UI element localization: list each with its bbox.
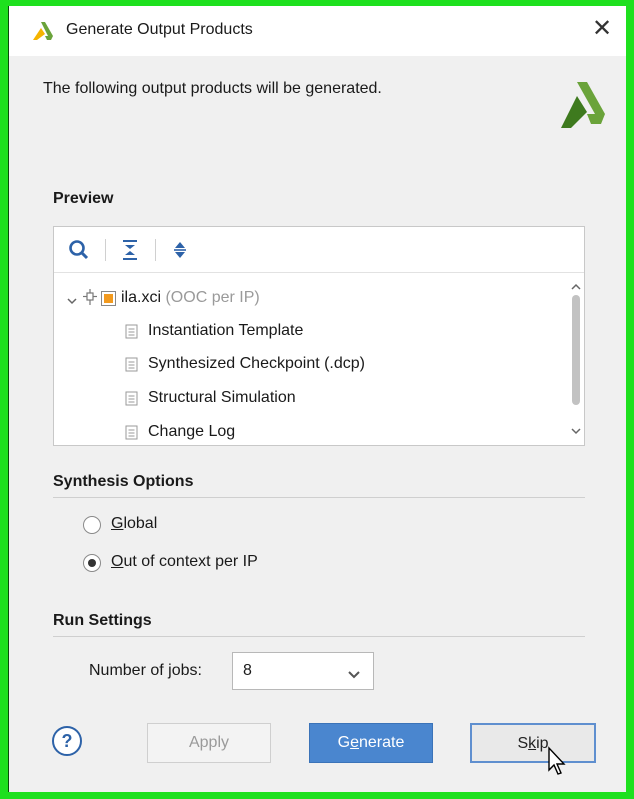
- tree-item-label: Structural Simulation: [148, 389, 296, 406]
- toolbar-separator: [105, 239, 106, 261]
- generate-output-products-dialog: Generate Output Products ✕ The following…: [8, 6, 626, 792]
- preview-toolbar: [54, 227, 584, 273]
- tree-item-label: Instantiation Template: [148, 322, 304, 339]
- tree-root-suffix: (OOC per IP): [165, 289, 260, 306]
- synthesis-options-heading: Synthesis Options: [53, 473, 194, 490]
- number-of-jobs-label: Number of jobs:: [89, 662, 202, 679]
- radio-selected-dot: [88, 559, 96, 567]
- ip-core-icon: [82, 289, 98, 315]
- search-icon[interactable]: [66, 237, 92, 263]
- title-bar[interactable]: Generate Output Products ✕: [9, 6, 626, 56]
- vivado-logo-icon: [559, 82, 607, 135]
- document-icon: [124, 425, 140, 449]
- description-text: The following output products will be ge…: [43, 80, 382, 97]
- radio-global-circle[interactable]: [83, 516, 101, 534]
- expand-all-icon[interactable]: [167, 237, 193, 263]
- scrollbar-thumb[interactable]: [572, 295, 580, 405]
- tree-item-label: Synthesized Checkpoint (.dcp): [148, 355, 365, 372]
- close-button[interactable]: ✕: [588, 14, 616, 44]
- section-divider: [53, 497, 585, 498]
- apply-button[interactable]: Apply: [147, 723, 271, 763]
- number-of-jobs-value: 8: [243, 662, 252, 679]
- radio-ooc-circle[interactable]: [83, 554, 101, 572]
- help-button[interactable]: ?: [52, 726, 82, 756]
- chevron-down-icon[interactable]: [570, 423, 582, 441]
- tree-root-name: ila.xci: [121, 289, 162, 306]
- xci-file-icon: [101, 290, 116, 314]
- document-icon: [124, 357, 140, 381]
- skip-button[interactable]: Skip: [470, 723, 596, 763]
- run-settings-heading: Run Settings: [53, 612, 152, 629]
- tree-root-ila[interactable]: ila.xci (OOC per IP): [66, 286, 546, 310]
- vivado-logo-icon: [31, 22, 55, 47]
- radio-ooc-label[interactable]: Out of context per IP: [111, 553, 258, 571]
- radio-global-label[interactable]: Global: [111, 515, 157, 533]
- generate-button[interactable]: Generate: [309, 723, 433, 763]
- preview-panel: ila.xci (OOC per IP) Instantiation Templ…: [53, 226, 585, 446]
- collapse-all-icon[interactable]: [117, 237, 143, 263]
- document-icon: [124, 324, 140, 348]
- tree-item-label: Change Log: [148, 423, 236, 440]
- chevron-down-icon[interactable]: [347, 667, 361, 685]
- preview-heading: Preview: [53, 190, 114, 207]
- window-title: Generate Output Products: [66, 21, 253, 38]
- number-of-jobs-select[interactable]: 8: [232, 652, 374, 690]
- chevron-down-icon[interactable]: [66, 291, 78, 315]
- document-icon: [124, 391, 140, 415]
- mouse-cursor-icon: [547, 746, 569, 781]
- toolbar-separator: [155, 239, 156, 261]
- section-divider: [53, 636, 585, 637]
- vertical-scrollbar[interactable]: [568, 273, 584, 445]
